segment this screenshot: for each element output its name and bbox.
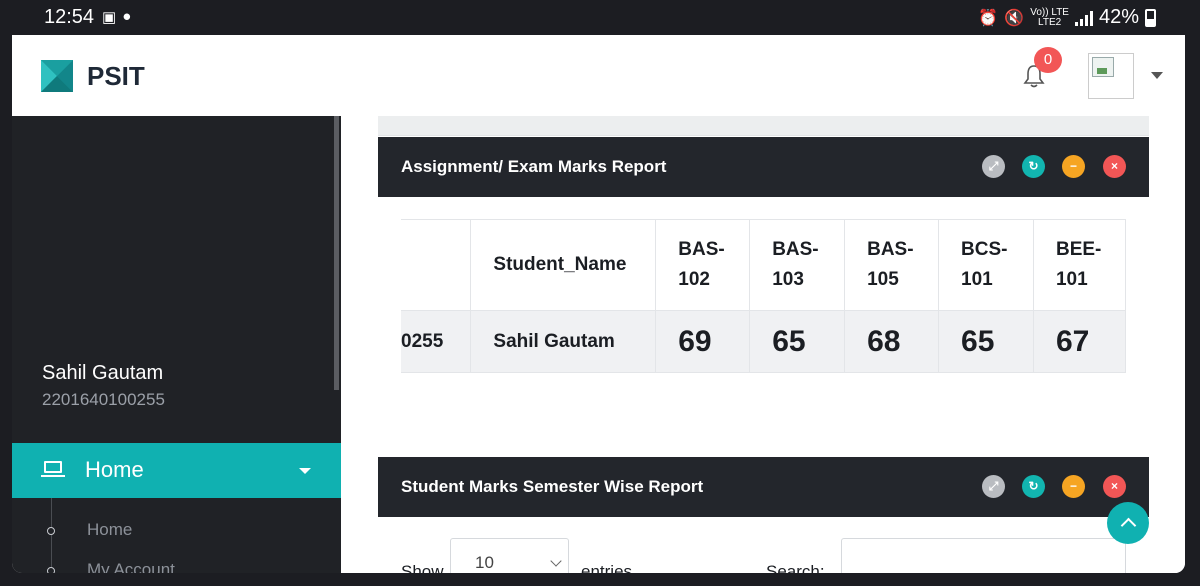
alarm-icon: ⏰ xyxy=(978,9,999,27)
mark-cell: 65 xyxy=(938,310,1034,373)
status-left-icons: ▣ ● xyxy=(102,8,131,26)
status-right-icons: ⏰ 🔇 Vo)) LTE LTE2 42% xyxy=(978,6,1156,29)
sidebar-subitem-label: My Account xyxy=(87,560,175,573)
column-header: BAS- 105 xyxy=(844,219,940,311)
entries-label: entries xyxy=(581,562,633,573)
column-header: BAS- 102 xyxy=(655,219,751,311)
column-header: BAS- 103 xyxy=(749,219,846,311)
close-icon[interactable]: × xyxy=(1103,475,1126,498)
caret-down-icon xyxy=(299,468,311,474)
student-name-cell: Sahil Gautam xyxy=(470,310,657,373)
status-bar: 12:54 ▣ ● ⏰ 🔇 Vo)) LTE LTE2 42% xyxy=(0,0,1200,35)
app-frame: PSIT 0 Sahil Gautam 2201640100255 Home H… xyxy=(12,35,1185,573)
brand-name: PSIT xyxy=(87,61,145,91)
refresh-icon[interactable]: ↻ xyxy=(1022,475,1045,498)
laptop-icon xyxy=(41,461,65,477)
sidebar-scrollbar[interactable] xyxy=(334,116,339,390)
entries-value: 10 xyxy=(475,553,494,572)
panel-top-strip xyxy=(378,116,1149,136)
entries-select[interactable]: 10 xyxy=(450,538,569,573)
semester-panel-header: Student Marks Semester Wise Report ⤢ ↻ −… xyxy=(378,457,1149,517)
search-input[interactable] xyxy=(841,538,1126,573)
panel-title: Student Marks Semester Wise Report xyxy=(401,477,704,496)
refresh-icon[interactable]: ↻ xyxy=(1022,155,1045,178)
marks-panel-header: Assignment/ Exam Marks Report ⤢ ↻ − × xyxy=(378,137,1149,197)
chat-icon: ● xyxy=(122,8,132,25)
expand-icon[interactable]: ⤢ xyxy=(982,475,1005,498)
main-content: Assignment/ Exam Marks Report ⤢ ↻ − × St… xyxy=(341,116,1185,573)
mark-cell: 67 xyxy=(1032,310,1127,373)
column-header: BEE- 101 xyxy=(1032,219,1127,311)
mark-cell: 65 xyxy=(749,310,846,373)
column-header: Student_Name xyxy=(470,219,657,311)
marks-table: Student_Name BAS- 102 BAS- 103 BAS- 105 … xyxy=(401,219,1127,373)
table-controls: Show 10 entries Search: xyxy=(401,538,1126,573)
table-row: 0255 Sahil Gautam 69 65 68 65 67 xyxy=(401,310,1127,373)
minus-icon[interactable]: − xyxy=(1062,155,1085,178)
sidebar-subitem-home[interactable]: Home xyxy=(12,514,341,548)
roll-number-cell: 0255 xyxy=(401,310,472,373)
sidebar: Sahil Gautam 2201640100255 Home Home My … xyxy=(12,116,341,573)
psit-logo-icon xyxy=(41,60,73,92)
sidebar-subitem-my-account[interactable]: My Account xyxy=(12,554,341,573)
search-label: Search: xyxy=(766,562,825,573)
table-header-row: Student_Name BAS- 102 BAS- 103 BAS- 105 … xyxy=(401,219,1127,311)
chevron-down-icon xyxy=(550,555,562,567)
column-header: BCS- 101 xyxy=(938,219,1034,311)
circle-icon xyxy=(47,567,55,573)
mute-icon: 🔇 xyxy=(1004,9,1025,27)
signal-icon xyxy=(1074,10,1093,26)
show-label: Show xyxy=(401,562,444,573)
battery-icon xyxy=(1145,8,1156,27)
top-navbar: PSIT 0 xyxy=(12,35,1185,116)
mark-cell: 68 xyxy=(844,310,940,373)
expand-icon[interactable]: ⤢ xyxy=(982,155,1005,178)
broken-image-icon xyxy=(1092,57,1114,77)
gallery-icon: ▣ xyxy=(102,9,117,26)
mark-cell: 69 xyxy=(655,310,751,373)
column-header xyxy=(401,219,472,311)
sidebar-item-home[interactable]: Home xyxy=(12,443,341,498)
sidebar-item-label: Home xyxy=(85,457,144,482)
avatar[interactable] xyxy=(1088,53,1134,99)
battery-percent: 42% xyxy=(1098,6,1139,28)
user-name: Sahil Gautam xyxy=(42,362,164,384)
notification-badge: 0 xyxy=(1034,47,1062,73)
network-type: Vo)) LTE LTE2 xyxy=(1030,6,1069,28)
chevron-up-icon[interactable] xyxy=(1107,502,1149,544)
minus-icon[interactable]: − xyxy=(1062,475,1085,498)
sidebar-subitem-label: Home xyxy=(87,520,133,539)
panel-title: Assignment/ Exam Marks Report xyxy=(401,157,667,176)
chevron-down-icon[interactable] xyxy=(1151,72,1163,79)
close-icon[interactable]: × xyxy=(1103,155,1126,178)
status-time: 12:54 xyxy=(44,6,95,28)
circle-icon xyxy=(47,527,55,535)
user-id: 2201640100255 xyxy=(42,390,165,409)
